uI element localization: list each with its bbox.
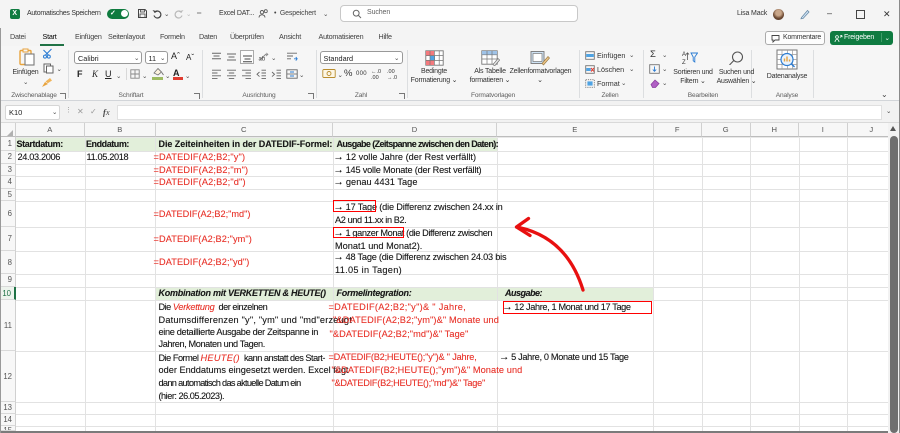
svg-text:Z: Z (682, 60, 686, 65)
svg-text:ab: ab (259, 57, 266, 63)
svg-text:A: A (682, 52, 686, 58)
